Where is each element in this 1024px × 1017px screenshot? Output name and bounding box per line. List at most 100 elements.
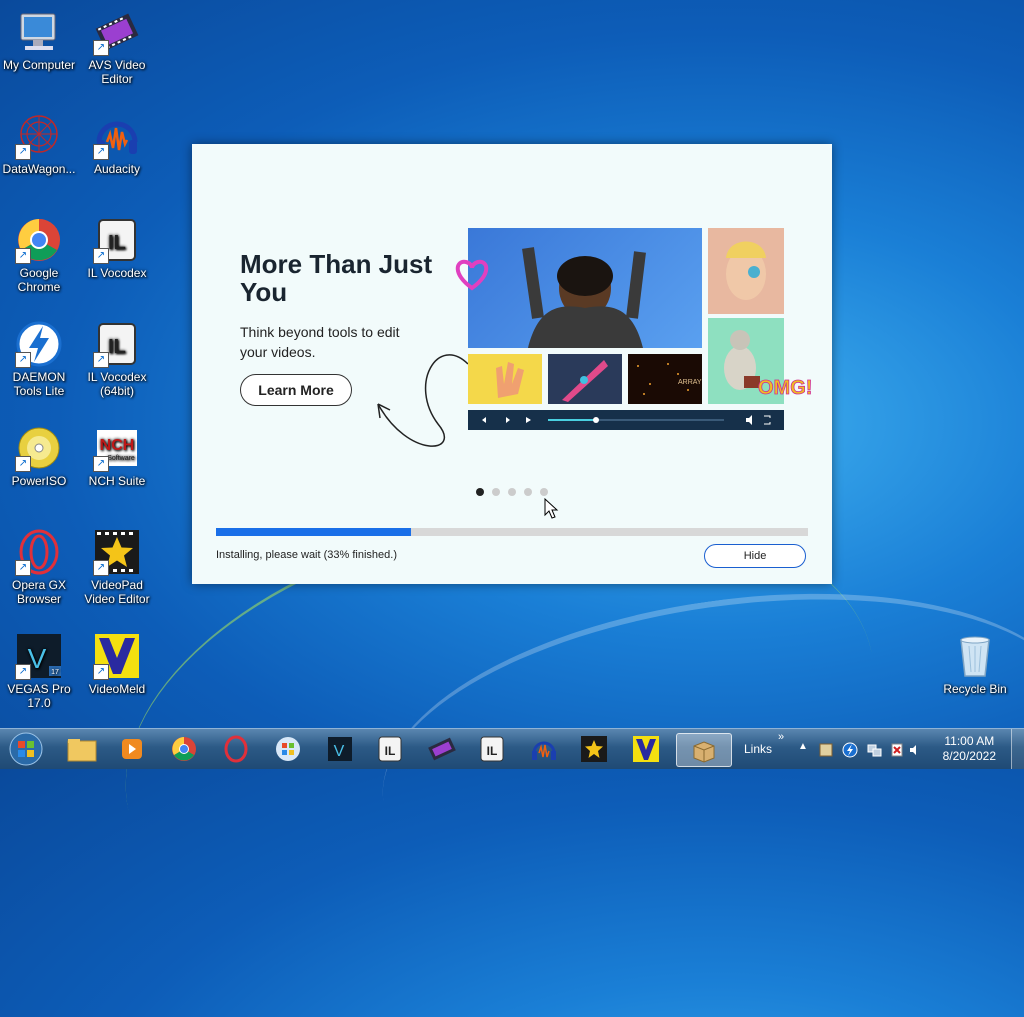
taskbar-installer[interactable] (676, 733, 732, 767)
shortcut-arrow-icon: ↗ (93, 664, 109, 680)
taskbar-videomeld[interactable] (628, 733, 664, 765)
shortcut-arrow-icon: ↗ (15, 456, 31, 472)
desktop-icon-nch-suite[interactable]: NCH Software ↗ NCH Suite (78, 424, 156, 488)
taskbar-il-vocodex[interactable]: IL (372, 733, 408, 765)
system-tray-icons (819, 742, 916, 758)
learn-more-button[interactable]: Learn More (240, 374, 352, 406)
carousel-dot[interactable] (524, 488, 532, 496)
taskbar: V IL IL Links » ▲ 11:00 AM 8/20/2022 (0, 728, 1024, 769)
carousel-dot[interactable] (492, 488, 500, 496)
taskbar-windows-media[interactable] (270, 733, 306, 765)
desktop-icon-label: NCH Suite (88, 474, 146, 488)
desktop-icon-my-computer[interactable]: My Computer (0, 8, 78, 72)
shortcut-arrow-icon: ↗ (93, 40, 109, 56)
svg-text:IL: IL (108, 336, 126, 358)
taskbar-il-vocodex-64[interactable]: IL (474, 733, 510, 765)
videomeld-icon: ↗ (93, 632, 141, 680)
promo-headline: More Than Just You (240, 249, 433, 307)
carousel-dot[interactable] (508, 488, 516, 496)
install-progress-bar (216, 528, 808, 536)
shortcut-arrow-icon: ↗ (15, 248, 31, 264)
desktop-icon-label: AVS Video Editor (88, 58, 146, 86)
desktop-icon-label: IL Vocodex (87, 266, 147, 280)
media-player-icon (122, 739, 142, 759)
opera-icon (224, 735, 248, 763)
headphones-waveform-icon (532, 741, 556, 760)
vegas-icon: V 17 ↗ (15, 632, 63, 680)
svg-text:IL: IL (487, 744, 498, 758)
volume-icon (746, 415, 752, 425)
desktop-icon-vegas-pro[interactable]: V 17 ↗ VEGAS Pro 17.0 (0, 632, 78, 710)
hide-button[interactable]: Hide (704, 544, 806, 568)
svg-text:IL: IL (108, 232, 126, 254)
shortcut-arrow-icon: ↗ (15, 664, 31, 680)
il-vocodex-icon: IL (480, 736, 504, 762)
desktop-icon-audacity[interactable]: ↗ Audacity (78, 112, 156, 176)
recycle-bin-icon (951, 632, 999, 680)
desktop-icon-videopad[interactable]: ↗ VideoPad Video Editor (78, 528, 156, 606)
svg-text:ARRAY: ARRAY (678, 379, 702, 386)
desktop-icon-label: My Computer (2, 58, 76, 72)
svg-text:OMG!: OMG! (758, 377, 812, 399)
star-film-icon: ↗ (93, 528, 141, 576)
desktop-icon-avs-video-editor[interactable]: ↗ AVS Video Editor (78, 8, 156, 86)
desktop-icon-datawagon[interactable]: ↗ DataWagon... (0, 112, 78, 176)
shortcut-arrow-icon: ↗ (93, 352, 109, 368)
start-button[interactable] (4, 732, 48, 766)
taskbar-media-player[interactable] (114, 733, 150, 765)
desktop-icon-label: VEGAS Pro 17.0 (7, 682, 71, 710)
chrome-icon: ↗ (15, 216, 63, 264)
svg-text:IL: IL (385, 744, 396, 758)
chevron-right-icon[interactable]: » (778, 731, 784, 743)
taskbar-avs[interactable] (424, 733, 460, 765)
desktop-icon-daemon-tools[interactable]: ↗ DAEMON Tools Lite (0, 320, 78, 398)
desktop-icon-label: VideoPad Video Editor (84, 578, 150, 606)
desktop-icon-google-chrome[interactable]: ↗ Google Chrome (0, 216, 78, 294)
desktop-icon-recycle-bin[interactable]: Recycle Bin (936, 632, 1014, 696)
carousel-dot[interactable] (476, 488, 484, 496)
fullscreen-icon (764, 415, 771, 425)
desktop-icon-label: VideoMeld (88, 682, 146, 696)
collage-main-image (468, 228, 702, 348)
film-strip-icon: ↗ (93, 8, 141, 56)
desktop-icon-poweriso[interactable]: ↗ PowerISO (0, 424, 78, 488)
tray-expand-icon[interactable]: ▲ (798, 741, 808, 752)
collage-face-paint-image (708, 228, 784, 314)
desktop-icon-opera-gx[interactable]: ↗ Opera GX Browser (0, 528, 78, 606)
heart-sticker (455, 259, 489, 291)
desktop-icon-label: DAEMON Tools Lite (12, 370, 66, 398)
shortcut-arrow-icon: ↗ (93, 144, 109, 160)
show-desktop-button[interactable] (1011, 729, 1024, 769)
taskbar-videopad[interactable] (576, 733, 612, 765)
desktop-icon-videomeld[interactable]: ↗ VideoMeld (78, 632, 156, 696)
shortcut-arrow-icon: ↗ (15, 352, 31, 368)
shortcut-arrow-icon: ↗ (15, 144, 31, 160)
svg-text:Software: Software (107, 455, 135, 462)
desktop-icon-label: PowerISO (11, 474, 67, 488)
taskbar-chrome[interactable] (166, 733, 202, 765)
star-film-icon (581, 736, 607, 762)
taskbar-opera[interactable] (218, 733, 254, 765)
carousel-dots (476, 488, 548, 496)
collage-hand-image (468, 354, 542, 404)
taskbar-explorer[interactable] (64, 733, 100, 765)
installer-window: More Than Just You Think beyond tools to… (192, 144, 832, 584)
system-clock[interactable]: 11:00 AM 8/20/2022 (943, 734, 996, 764)
desktop-icon-il-vocodex-64[interactable]: IL ↗ IL Vocodex (64bit) (78, 320, 156, 398)
rewind-icon (482, 417, 486, 423)
taskbar-vegas[interactable]: V (322, 733, 358, 765)
omg-sticker: OMG! (758, 377, 813, 400)
desktop-icon-label: IL Vocodex (64bit) (87, 370, 147, 398)
disc-icon: ↗ (15, 424, 63, 472)
taskbar-audacity[interactable] (526, 733, 562, 765)
desktop-icon-label: Audacity (93, 162, 141, 176)
links-toolbar[interactable]: Links (744, 742, 772, 756)
il-vocodex-icon: IL ↗ (93, 216, 141, 264)
desktop-icon-il-vocodex[interactable]: IL ↗ IL Vocodex (78, 216, 156, 280)
collage-particle-image: ARRAY (628, 354, 702, 404)
carousel-dot[interactable] (540, 488, 548, 496)
install-status-text: Installing, please wait (33% finished.) (216, 549, 397, 561)
shortcut-arrow-icon: ↗ (15, 560, 31, 576)
video-player-controls (468, 410, 784, 430)
installer-box-icon (693, 741, 715, 763)
